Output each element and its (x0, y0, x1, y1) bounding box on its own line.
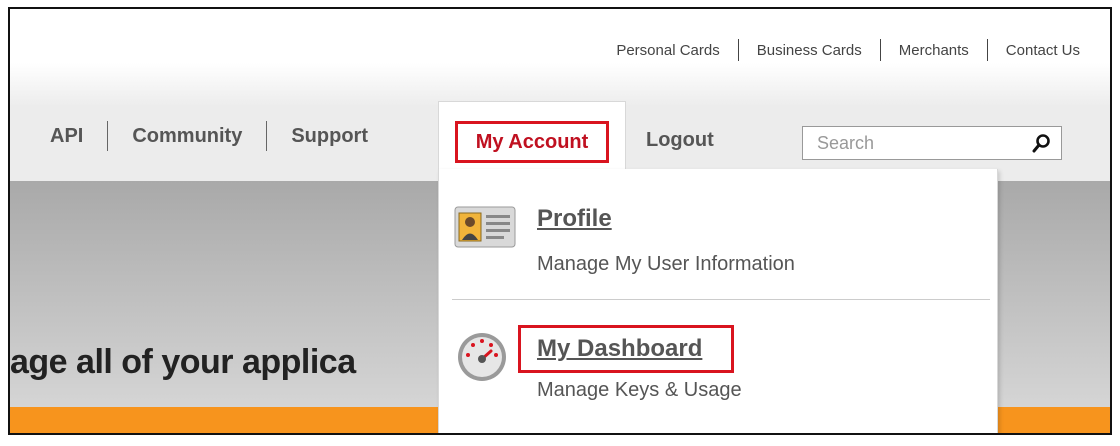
profile-description: Manage My User Information (537, 253, 795, 275)
nav-link-api[interactable]: API (50, 125, 83, 148)
profile-link[interactable]: Profile (537, 205, 612, 233)
dashboard-description: Manage Keys & Usage (537, 379, 742, 401)
utility-link-contact-us[interactable]: Contact Us (1006, 42, 1080, 59)
search-icon[interactable] (1031, 131, 1053, 155)
logout-link[interactable]: Logout (646, 129, 714, 152)
hero-headline: age all of your applica (10, 343, 356, 381)
nav-divider (986, 39, 988, 61)
nav-divider (107, 121, 109, 151)
profile-card-icon (454, 206, 516, 248)
search-placeholder: Search (817, 132, 875, 153)
nav-divider (879, 39, 881, 61)
my-account-tab[interactable]: My Account (455, 121, 609, 163)
nav-divider (266, 121, 268, 151)
main-nav: API Community Support (50, 121, 368, 151)
dashboard-gauge-icon (458, 333, 506, 381)
nav-link-community[interactable]: Community (132, 125, 242, 148)
nav-link-support[interactable]: Support (291, 125, 368, 148)
utility-nav: Personal Cards Business Cards Merchants … (616, 39, 1080, 61)
nav-divider (737, 39, 739, 61)
utility-link-business-cards[interactable]: Business Cards (757, 42, 862, 59)
screenshot-frame: Personal Cards Business Cards Merchants … (8, 7, 1112, 435)
menu-divider (452, 299, 990, 300)
utility-link-personal-cards[interactable]: Personal Cards (616, 42, 719, 59)
utility-link-merchants[interactable]: Merchants (899, 42, 969, 59)
search-input[interactable]: Search (802, 126, 1062, 160)
my-dashboard-link[interactable]: My Dashboard (537, 335, 702, 363)
